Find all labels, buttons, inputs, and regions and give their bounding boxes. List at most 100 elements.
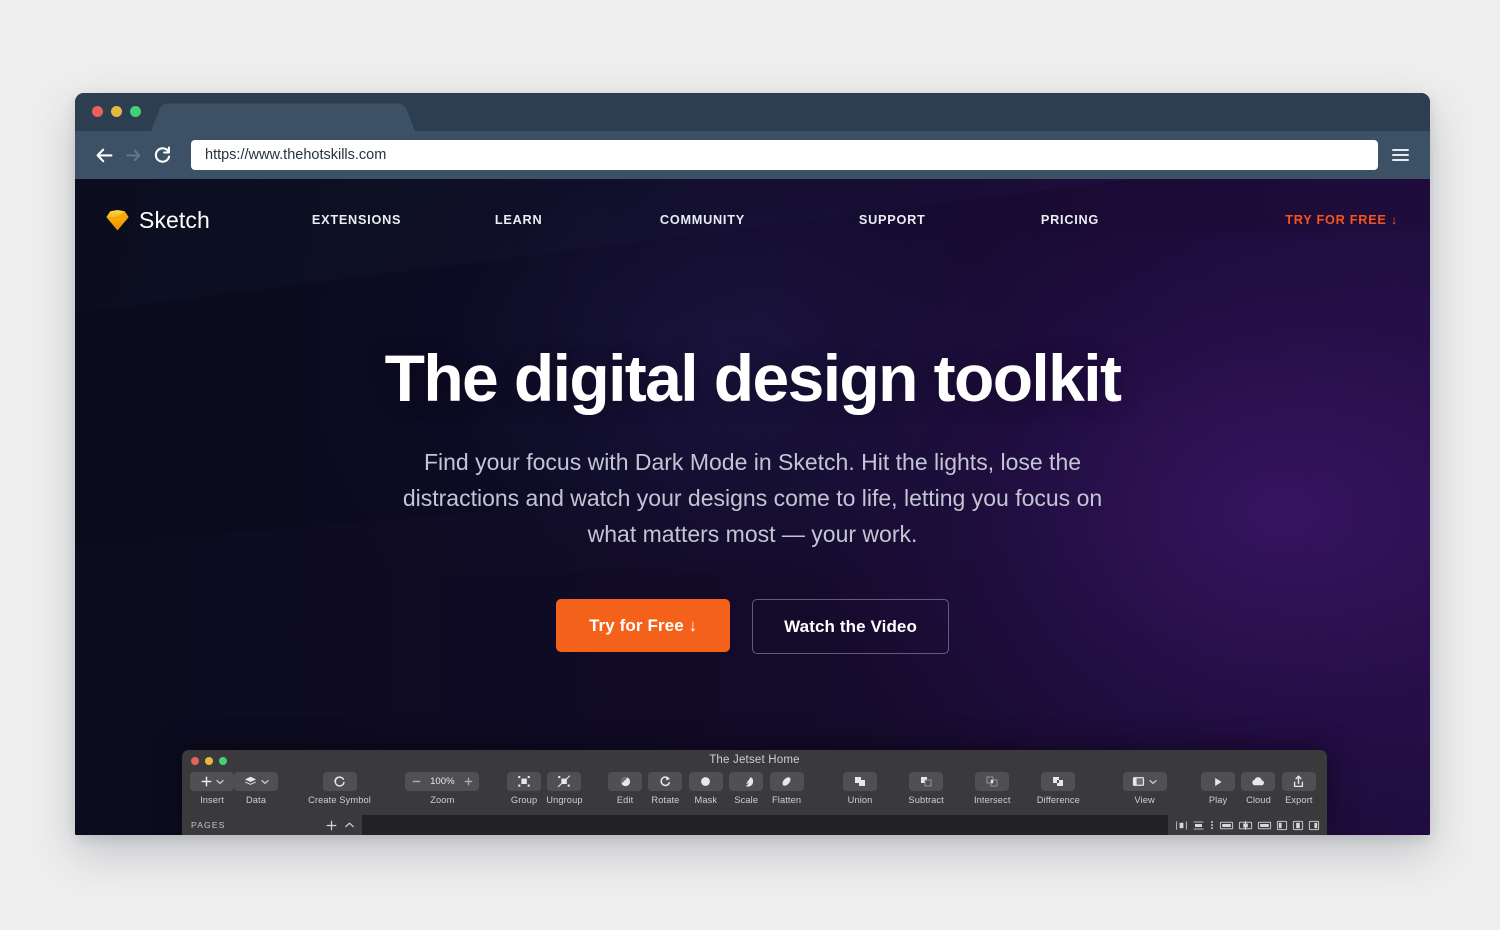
window-traffic-lights — [92, 106, 141, 117]
hero-subtitle: Find your focus with Dark Mode in Sketch… — [402, 449, 1103, 548]
toolbar-export-button[interactable]: Export — [1279, 772, 1319, 805]
align-left-edges-icon[interactable] — [1175, 820, 1188, 831]
address-bar-input[interactable] — [191, 140, 1378, 170]
align-center-icon[interactable] — [1292, 820, 1304, 831]
plus-icon — [201, 776, 211, 787]
toolbar-ungroup-button[interactable]: Ungroup — [544, 772, 584, 805]
web-page-viewport: Sketch EXTENSIONS LEARN COMMUNITY SUPPOR… — [75, 179, 1430, 835]
play-icon — [1215, 777, 1222, 786]
back-button[interactable] — [91, 142, 117, 168]
toolbar-difference-button[interactable]: Difference — [1025, 772, 1091, 805]
toolbar-play-label: Play — [1208, 795, 1228, 805]
toolbar-mask-label: Mask — [694, 795, 718, 805]
sketch-brand-logo-link[interactable]: Sketch — [105, 207, 210, 234]
nav-try-for-free-link[interactable]: TRY FOR FREE ↓ — [1285, 213, 1398, 227]
toolbar-view-label: View — [1134, 795, 1155, 805]
toolbar-create-symbol-label: Create Symbol — [308, 795, 371, 805]
align-left-icon[interactable] — [1276, 820, 1288, 831]
chevron-down-icon — [215, 779, 224, 784]
toolbar-union-button[interactable]: Union — [827, 772, 893, 805]
toolbar-rotate-button[interactable]: Rotate — [645, 772, 685, 805]
toolbar-union-label: Union — [847, 795, 873, 805]
toolbar-cloud-button[interactable]: Cloud — [1238, 772, 1278, 805]
sketch-maximize-button[interactable] — [219, 757, 227, 765]
sketch-title-bar: The Jetset Home — [182, 750, 1327, 771]
export-share-icon — [1294, 775, 1304, 788]
minus-icon[interactable] — [412, 777, 421, 786]
pages-panel-header: PAGES — [182, 815, 362, 835]
group-icon — [518, 776, 530, 787]
create-symbol-icon — [334, 776, 345, 787]
toolbar-view-button[interactable]: View — [1112, 772, 1178, 805]
align-right-icon[interactable] — [1308, 820, 1320, 831]
arrow-left-icon — [96, 148, 112, 162]
forward-button[interactable] — [120, 142, 146, 168]
zoom-level-value: 100% — [430, 776, 455, 787]
sketch-close-button[interactable] — [191, 757, 199, 765]
toolbar-create-symbol-button[interactable]: Create Symbol — [298, 772, 381, 805]
nav-item-support[interactable]: SUPPORT — [859, 213, 1041, 227]
nav-item-extensions[interactable]: EXTENSIONS — [312, 213, 495, 227]
nav-item-learn[interactable]: LEARN — [495, 213, 660, 227]
browser-tab[interactable] — [151, 103, 415, 131]
toolbar-zoom-control[interactable]: 100% Zoom — [401, 772, 484, 805]
toolbar-play-button[interactable]: Play — [1198, 772, 1238, 805]
toolbar-group-button[interactable]: Group — [504, 772, 544, 805]
edit-icon — [620, 776, 630, 787]
sketch-traffic-lights — [191, 757, 227, 765]
toolbar-group-label: Group — [510, 795, 538, 805]
browser-title-bar — [75, 93, 1430, 131]
toolbar-insert-button[interactable]: Insert — [190, 772, 234, 805]
toolbar-flatten-button[interactable]: Flatten — [766, 772, 806, 805]
scale-icon — [744, 777, 753, 787]
arrow-right-icon — [125, 149, 140, 161]
align-horizontal-centers-icon[interactable] — [1192, 820, 1205, 831]
chevron-up-icon — [345, 822, 354, 828]
view-panels-icon — [1133, 777, 1145, 786]
sketch-toolbar: Insert Data Create Symbol 100% Zoom Grou… — [182, 771, 1327, 815]
toolbar-group-insert: Insert Data — [190, 772, 278, 805]
toolbar-subtract-button[interactable]: Subtract — [893, 772, 959, 805]
toolbar-intersect-button[interactable]: Intersect — [959, 772, 1025, 805]
nav-item-community[interactable]: COMMUNITY — [660, 213, 859, 227]
pages-collapse-button[interactable] — [344, 821, 355, 829]
brand-name-text: Sketch — [139, 206, 210, 233]
toolbar-mask-button[interactable]: Mask — [686, 772, 726, 805]
toolbar-data-label: Data — [245, 795, 267, 805]
toolbar-flatten-label: Flatten — [772, 795, 802, 805]
toolbar-edit-button[interactable]: Edit — [605, 772, 645, 805]
toolbar-intersect-label: Intersect — [973, 795, 1011, 805]
toolbar-scale-button[interactable]: Scale — [726, 772, 766, 805]
toolbar-edit-label: Edit — [616, 795, 634, 805]
toolbar-scale-label: Scale — [734, 795, 759, 805]
rotate-icon — [660, 776, 670, 787]
sketch-app-preview-window: The Jetset Home Insert Data Create Symbo… — [182, 750, 1327, 835]
cloud-icon — [1252, 777, 1264, 786]
toolbar-insert-label: Insert — [200, 795, 224, 805]
union-icon — [855, 777, 866, 786]
ungroup-icon — [558, 775, 571, 788]
sketch-minimize-button[interactable] — [205, 757, 213, 765]
toolbar-zoom-label: Zoom — [430, 795, 455, 805]
window-maximize-button[interactable] — [130, 106, 141, 117]
pages-add-button[interactable] — [326, 820, 337, 831]
distribute-icon[interactable] — [1209, 821, 1215, 829]
mask-icon — [701, 777, 711, 786]
site-navigation-bar: Sketch EXTENSIONS LEARN COMMUNITY SUPPOR… — [75, 179, 1430, 261]
watch-video-button[interactable]: Watch the Video — [752, 599, 949, 655]
difference-icon — [1053, 777, 1064, 786]
hamburger-menu-icon[interactable] — [1392, 144, 1414, 166]
align-vertical-centers-icon[interactable] — [1238, 820, 1253, 831]
align-bottom-icon[interactable] — [1257, 820, 1272, 831]
try-for-free-button[interactable]: Try for Free ↓ — [556, 599, 731, 653]
nav-item-pricing[interactable]: PRICING — [1041, 213, 1216, 227]
plus-icon[interactable] — [464, 777, 473, 786]
window-close-button[interactable] — [92, 106, 103, 117]
window-minimize-button[interactable] — [111, 106, 122, 117]
reload-button[interactable] — [149, 142, 175, 168]
align-top-icon[interactable] — [1219, 820, 1234, 831]
hero-title: The digital design toolkit — [384, 341, 1122, 415]
pages-panel-label: PAGES — [191, 820, 226, 830]
hero-action-buttons: Try for Free ↓ Watch the Video — [75, 599, 1430, 655]
toolbar-data-button[interactable]: Data — [234, 772, 278, 805]
